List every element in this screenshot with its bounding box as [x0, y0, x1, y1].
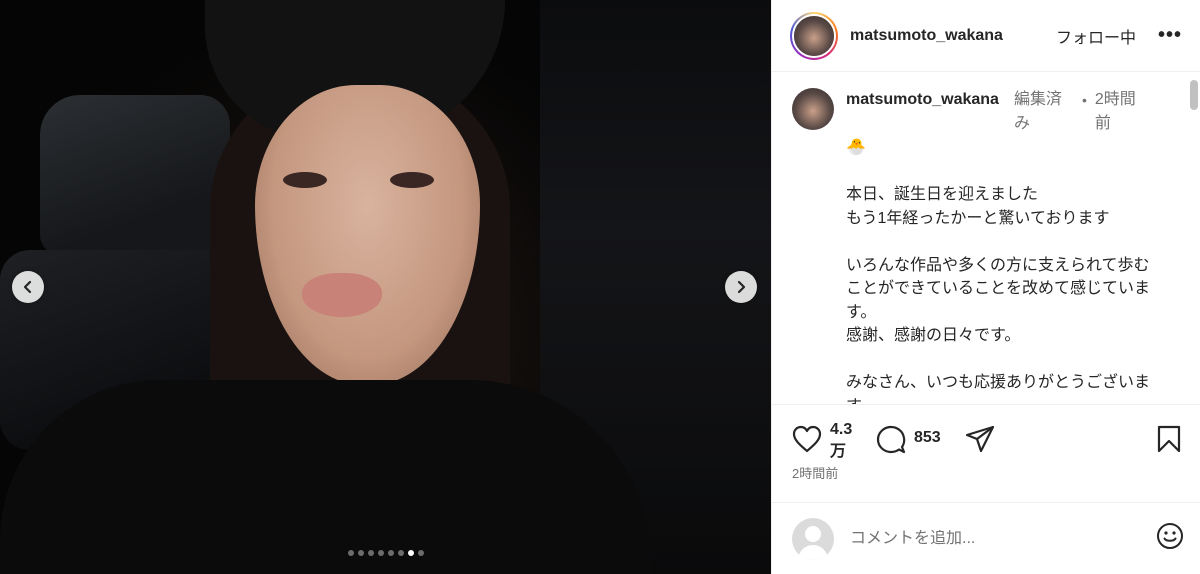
- comment-icon[interactable]: [876, 425, 906, 460]
- edited-label: 編集済み: [1014, 91, 1063, 132]
- caption-time[interactable]: 2時間前: [1095, 88, 1151, 136]
- carousel-indicator: [0, 550, 771, 556]
- photo-subject-eye: [283, 172, 327, 188]
- author-username[interactable]: matsumoto_wakana: [850, 27, 1003, 45]
- smiley-icon[interactable]: [1156, 522, 1184, 555]
- carousel-dot: [387, 550, 394, 556]
- caption-scroll-area[interactable]: matsumoto_wakana 編集済み • 2時間前 🐣 本日、誕生日を迎え…: [772, 72, 1200, 404]
- action-bar: 4.3万 853 2時間前: [772, 404, 1200, 502]
- comment-count: 853: [914, 429, 941, 446]
- current-user-avatar: [792, 517, 834, 560]
- carousel-prev-button[interactable]: [12, 271, 44, 303]
- more-options-icon[interactable]: •••: [1158, 24, 1182, 47]
- carousel-dot: [417, 550, 424, 556]
- bookmark-icon[interactable]: [1156, 425, 1182, 458]
- caption-avatar[interactable]: [792, 88, 834, 130]
- photo-subject-mouth: [302, 273, 382, 317]
- post-media[interactable]: [0, 0, 771, 574]
- caption: matsumoto_wakana 編集済み • 2時間前 🐣 本日、誕生日を迎え…: [772, 72, 1200, 404]
- carousel-dot: [357, 550, 364, 556]
- author-avatar[interactable]: [790, 11, 838, 60]
- carousel-dot: [377, 550, 384, 556]
- carousel-dot: [367, 550, 374, 556]
- like-count[interactable]: 4.3万: [830, 419, 860, 463]
- comment-bar: [772, 502, 1200, 574]
- chevron-left-icon: [23, 280, 32, 294]
- caption-text: 🐣 本日、誕生日を迎えました もう1年経ったかーと驚いております いろんな作品や…: [846, 139, 1151, 404]
- post-side-panel: matsumoto_wakana フォロー中 ••• matsumoto_wak…: [771, 0, 1200, 574]
- car-headrest: [40, 95, 230, 255]
- carousel-next-button[interactable]: [725, 271, 757, 303]
- send-icon[interactable]: [965, 425, 995, 458]
- heart-icon[interactable]: [792, 425, 822, 458]
- photo-subject-body: [0, 380, 650, 574]
- photo-subject-eye: [390, 172, 434, 188]
- chevron-right-icon: [737, 280, 746, 294]
- separator: •: [1082, 92, 1087, 108]
- scrollbar[interactable]: [1190, 80, 1198, 110]
- comment-input[interactable]: [850, 529, 1148, 548]
- carousel-dot: [407, 550, 414, 556]
- caption-username[interactable]: matsumoto_wakana: [846, 88, 1006, 112]
- post-timestamp[interactable]: 2時間前: [792, 463, 838, 482]
- carousel-dot: [347, 550, 354, 556]
- following-button[interactable]: フォロー中: [1056, 24, 1136, 48]
- carousel-dot: [397, 550, 404, 556]
- post-header: matsumoto_wakana フォロー中 •••: [772, 0, 1200, 72]
